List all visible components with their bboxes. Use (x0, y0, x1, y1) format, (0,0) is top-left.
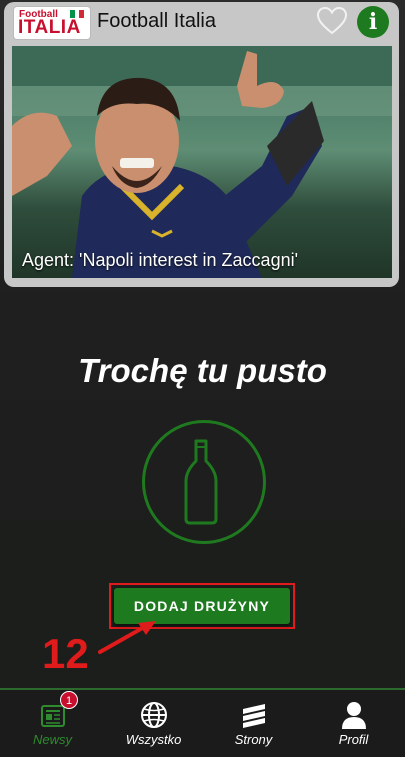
info-icon[interactable]: i (357, 6, 389, 38)
news-photo[interactable]: Agent: 'Napoli interest in Zaccagni' (12, 46, 392, 278)
tab-profil[interactable]: Profil (303, 690, 404, 757)
tab-strony[interactable]: Strony (203, 690, 304, 757)
tab-label: Wszystko (125, 732, 182, 747)
heart-icon[interactable] (316, 6, 348, 36)
football-italia-logo: Football ITALIA (14, 7, 90, 39)
tab-wszystko[interactable]: Wszystko (103, 690, 204, 757)
bottle-icon (184, 439, 218, 525)
globe-icon (141, 702, 167, 728)
step-number: 12 (42, 630, 89, 677)
news-card[interactable]: Football ITALIA Football Italia i Agent:… (4, 2, 399, 287)
notification-badge: 1 (60, 691, 78, 709)
tab-newsy[interactable]: 1 Newsy (2, 690, 103, 757)
bottle-circle (142, 420, 266, 544)
news-photo-illustration (12, 46, 392, 278)
bottom-tab-bar: 1 Newsy Wszystko Strony Profil (0, 688, 405, 757)
news-card-header: Football ITALIA Football Italia i (4, 2, 399, 44)
empty-state-title: Trochę tu pusto (78, 352, 327, 389)
tab-label: Newsy (32, 732, 72, 747)
logo-line-2: ITALIA (18, 17, 81, 38)
arrow-icon (98, 621, 156, 654)
user-icon (342, 702, 366, 729)
source-name: Football Italia (97, 10, 216, 32)
news-caption: Agent: 'Napoli interest in Zaccagni' (22, 250, 299, 270)
tab-label: Strony (234, 732, 273, 747)
stack-icon (243, 704, 265, 728)
italy-flag-icon (70, 10, 85, 18)
tab-label: Profil (338, 732, 369, 747)
